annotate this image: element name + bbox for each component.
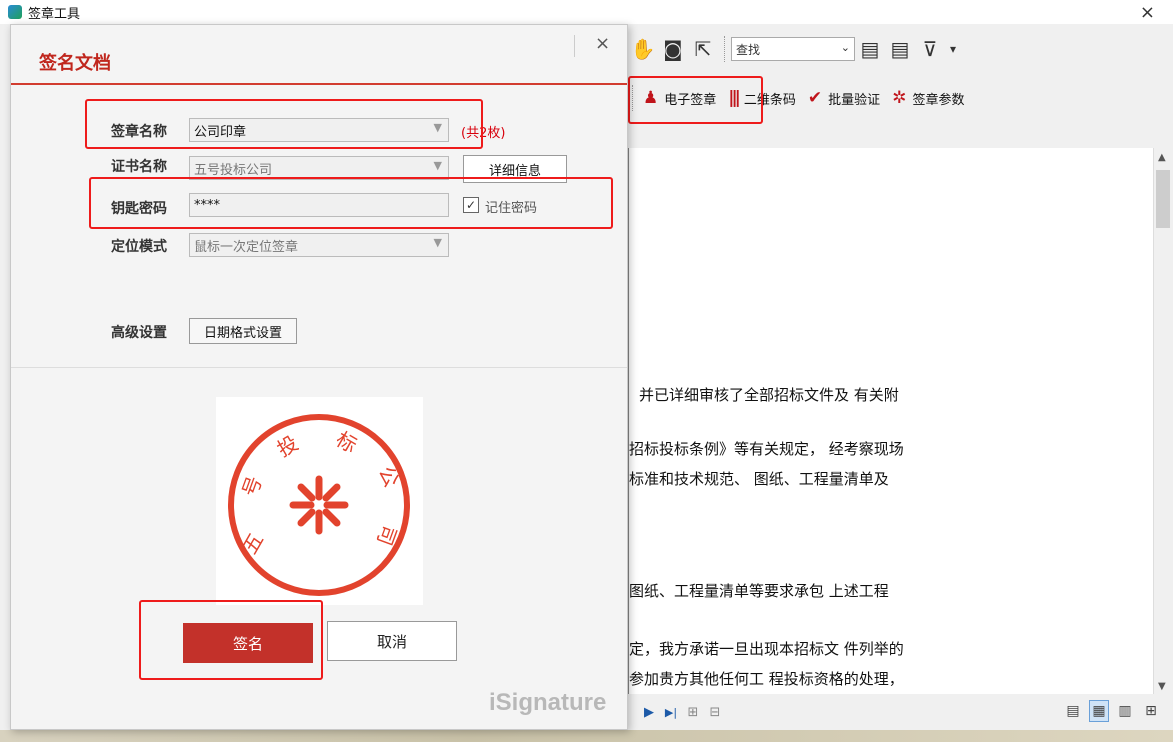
dialog-title: 签名文档 [39,53,111,74]
scroll-thumb[interactable] [1156,170,1170,228]
sign-params-label: 签章参数 [912,92,965,108]
svg-text:投: 投 [273,431,302,462]
background-strip [0,730,1173,742]
title-bar: 签章工具 × [0,0,1173,24]
chevron-down-icon: ▼ [433,236,442,249]
details-button[interactable]: 详细信息 [463,155,567,183]
svg-text:标: 标 [332,427,361,458]
next-page-icon[interactable]: ▶ [638,701,660,723]
cert-name-select[interactable]: 五号投标公司 ▼ [189,156,449,180]
last-page-icon[interactable]: ▶| [660,701,682,723]
position-mode-value: 鼠标一次定位签章 [194,239,299,255]
header-separator [574,35,575,57]
date-format-button[interactable]: 日期格式设置 [189,318,297,344]
scroll-up-icon[interactable]: ▲ [1158,152,1166,163]
seal-name-value: 公司印章 [194,124,247,140]
key-password-input[interactable]: **** [189,193,449,217]
doc-text-line: 并已详细审核了全部招标文件及 有关附 [639,386,899,404]
dialog-header: 签名文档 × [11,25,627,85]
seal-count: (共2枚) [461,126,506,141]
seal-name-select[interactable]: 公司印章 ▼ [189,118,449,142]
search-combo[interactable]: 查找 ⌄ [731,37,855,61]
cert-name-label: 证书名称 [111,159,167,175]
key-password-value: **** [194,197,220,213]
filter-icon[interactable]: ⊽ [915,35,945,63]
svg-text:司: 司 [372,522,401,549]
qrcode-button[interactable]: ||| 二维条码 [722,82,802,114]
doc-text-line: 图纸、工程量清单等要求承包 上述工程 [629,582,889,600]
main-toolbar: ✋ ◙ ⇱ 查找 ⌄ ▤ ▤ ⊽ ▾ [628,28,1173,70]
single-page-view-icon[interactable]: ▤ [1063,700,1083,722]
bookmark-icon[interactable]: ⊞ [682,701,704,723]
search-placeholder: 查找 [736,42,761,57]
scroll-down-icon[interactable]: ▼ [1158,681,1166,692]
sign-button[interactable]: 签名 [183,623,313,663]
doc-text-line: 参加贵方其他任何工 程投标资格的处理， [629,670,904,688]
bookmark-alt-icon[interactable]: ⊟ [704,701,726,723]
position-mode-label: 定位模式 [111,239,167,255]
sign-toolbar: ♟ 电子签章 ||| 二维条码 ✔ 批量验证 ✲ 签章参数 [628,78,1173,118]
select-tool-icon[interactable]: ⇱ [688,35,718,63]
chevron-down-icon[interactable]: ⌄ [841,41,850,54]
stamp-icon: ♟ [643,88,659,108]
hand-tool-icon[interactable]: ✋ [628,35,658,63]
doc-text-line: 定，我方承诺一旦出现本招标文 件列举的 [629,640,904,658]
isignature-watermark: iSignature [489,689,607,716]
continuous-view-icon[interactable]: ▦ [1089,700,1109,722]
find-prev-icon[interactable]: ▤ [855,35,885,63]
double-page-view-icon[interactable]: ▥ [1115,700,1135,722]
gear-icon: ✲ [892,88,907,108]
page-nav-bar: ▶ ▶| ⊞ ⊟ ▤ ▦ ▥ ⊞ [628,694,1173,730]
doc-text-line: 标准和技术规范、 图纸、工程量清单及 [629,470,889,488]
view-mode-group: ▤ ▦ ▥ ⊞ [1063,700,1161,722]
qrcode-label: 二维条码 [743,92,796,108]
batch-verify-label: 批量验证 [828,92,881,108]
sign-params-button[interactable]: ✲ 签章参数 [886,82,970,114]
cert-name-value: 五号投标公司 [194,162,273,178]
company-seal-image: 五 号 投 标 公 司 [228,414,410,596]
doc-text-line: 招标投标条例》等有关规定， 经考察现场 [629,440,904,458]
key-password-label: 钥匙密码 [111,201,167,217]
remember-password-checkbox[interactable]: ✓ [463,197,479,213]
dialog-divider [11,367,627,368]
remember-password-label: 记住密码 [485,201,538,216]
esign-button[interactable]: ♟ 电子签章 [637,82,722,114]
sign-document-dialog: 签名文档 × 签章名称 公司印章 ▼ (共2枚) 证书名称 五号投标公司 ▼ 详… [10,24,628,730]
seal-name-label: 签章名称 [111,124,167,140]
svg-text:五: 五 [237,529,268,558]
batch-verify-button[interactable]: ✔ 批量验证 [802,82,886,114]
find-next-icon[interactable]: ▤ [885,35,915,63]
toolbar-separator [724,36,725,62]
app-icon [8,5,22,19]
window-title: 签章工具 [28,6,81,22]
check-icon: ✔ [807,88,823,108]
position-mode-select[interactable]: 鼠标一次定位签章 ▼ [189,233,449,257]
seal-preview: 五 号 投 标 公 司 [216,397,423,605]
dialog-close-button[interactable]: × [595,33,610,54]
esign-label: 电子签章 [664,92,717,108]
barcode-icon: ||| [728,88,741,108]
vertical-scrollbar[interactable]: ▲ ▼ [1153,148,1171,694]
chevron-down-icon: ▼ [433,159,442,172]
toolbar-separator [632,85,633,111]
cancel-button[interactable]: 取消 [327,621,457,661]
advanced-settings-label: 高级设置 [111,325,167,341]
facing-view-icon[interactable]: ⊞ [1141,700,1161,722]
document-view[interactable]: 并已详细审核了全部招标文件及 有关附 招标投标条例》等有关规定， 经考察现场 标… [628,148,1153,694]
window-close-button[interactable]: × [1140,2,1155,23]
chevron-down-icon: ▼ [433,121,442,134]
filter-dropdown-icon[interactable]: ▾ [945,35,961,63]
svg-text:号: 号 [237,473,266,500]
snapshot-icon[interactable]: ◙ [658,35,688,63]
